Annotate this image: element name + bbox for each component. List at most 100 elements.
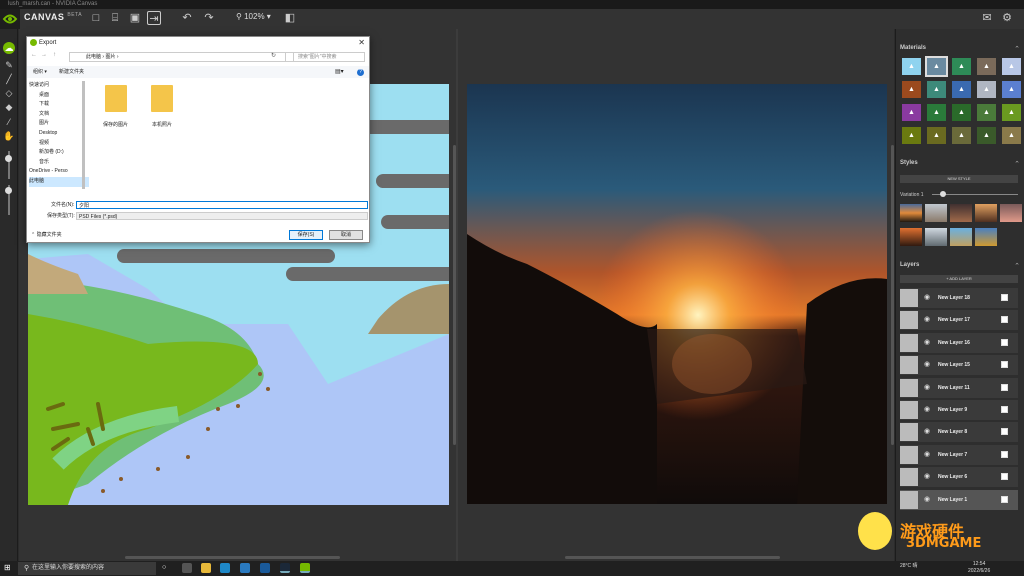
forward-icon[interactable]: →: [41, 52, 47, 58]
sand-icon[interactable]: ▲: [977, 81, 996, 98]
folder-icon[interactable]: [105, 85, 127, 112]
layer-row[interactable]: ◉ New Layer 1: [900, 489, 1018, 510]
snow-icon[interactable]: ▲: [952, 81, 971, 98]
cloud-icon[interactable]: ▲: [902, 58, 921, 75]
hill-icon[interactable]: ▲: [977, 104, 996, 121]
eye-icon[interactable]: ◉: [924, 427, 930, 435]
save-icon[interactable]: ▣: [128, 11, 142, 25]
layer-checkbox[interactable]: [1001, 406, 1008, 413]
folder-label[interactable]: 保存的图片: [103, 121, 128, 128]
nav-item[interactable]: 下载: [29, 100, 89, 110]
layer-checkbox[interactable]: [1001, 316, 1008, 324]
right-vscroll[interactable]: [891, 145, 894, 445]
nav-item[interactable]: 文档: [29, 110, 89, 120]
water-icon[interactable]: ▲: [1002, 81, 1021, 98]
layer-checkbox[interactable]: [1001, 473, 1008, 481]
back-icon[interactable]: ←: [31, 52, 37, 58]
eyedropper-icon[interactable]: ⁄: [3, 116, 15, 128]
nav-item[interactable]: OneDrive - Perso: [29, 167, 89, 177]
layer-row[interactable]: ◉ New Layer 17: [900, 310, 1018, 331]
add-layer-button[interactable]: + ADD LAYER: [900, 275, 1018, 283]
left-vscroll[interactable]: [453, 145, 456, 445]
redo-icon[interactable]: ↷: [202, 11, 216, 25]
layer-checkbox[interactable]: [1001, 294, 1008, 301]
refresh-icon[interactable]: ↻: [271, 52, 276, 59]
hand-icon[interactable]: ✋: [3, 130, 15, 142]
folder-label[interactable]: 本机照片: [152, 121, 172, 128]
style-thumb[interactable]: [975, 204, 997, 222]
eye-icon[interactable]: ◉: [924, 360, 930, 368]
help-icon[interactable]: ?: [357, 69, 364, 76]
layer-checkbox[interactable]: [1001, 495, 1008, 503]
eye-icon[interactable]: ◉: [924, 450, 930, 458]
nav-item[interactable]: 快速访问: [29, 81, 89, 91]
eraser-icon[interactable]: ◇: [3, 87, 15, 99]
view-icon[interactable]: ▤▾: [335, 66, 344, 78]
layer-checkbox[interactable]: [1001, 428, 1008, 436]
eye-icon[interactable]: ◉: [924, 338, 930, 346]
bush-icon[interactable]: ▲: [902, 127, 921, 144]
brush-icon[interactable]: ✎: [3, 59, 15, 71]
undo-icon[interactable]: ↶: [180, 11, 194, 25]
eye-icon[interactable]: ◉: [924, 293, 930, 301]
search-input[interactable]: 搜索"图片"中搜索: [285, 52, 365, 62]
clock[interactable]: 12:54 2022/6/26: [968, 561, 990, 575]
chevron-up-icon[interactable]: ⌃: [1014, 160, 1020, 168]
canvas-taskbar-icon[interactable]: [300, 563, 310, 573]
rock-icon[interactable]: ▲: [952, 104, 971, 121]
flower-icon[interactable]: ▲: [902, 104, 921, 121]
filename-input[interactable]: 夕阳: [76, 201, 368, 209]
eye-icon[interactable]: ◉: [924, 315, 930, 323]
close-icon[interactable]: ✕: [358, 38, 365, 47]
folder-icon[interactable]: [151, 85, 173, 112]
edge-icon[interactable]: [220, 563, 230, 573]
task-view-icon[interactable]: [182, 563, 192, 573]
layer-checkbox[interactable]: [1001, 361, 1008, 369]
layer-row[interactable]: ◉ New Layer 7: [900, 444, 1018, 465]
export-icon[interactable]: ⇥: [147, 11, 161, 25]
chevron-up-icon[interactable]: ⌃: [1014, 262, 1020, 270]
task-view-icon[interactable]: ○: [162, 564, 166, 571]
feedback-icon[interactable]: ✉: [980, 11, 994, 25]
eye-icon[interactable]: ◉: [924, 383, 930, 391]
gear-icon[interactable]: ⚙: [1000, 11, 1014, 25]
layer-row[interactable]: ◉ New Layer 9: [900, 400, 1018, 420]
cloud2-icon[interactable]: ▲: [925, 56, 948, 77]
layer-row[interactable]: ◉ New Layer 18: [900, 288, 1018, 308]
nav-item[interactable]: 视频: [29, 139, 89, 149]
layer-checkbox[interactable]: [1001, 383, 1008, 391]
nav-item[interactable]: 此电脑: [29, 176, 89, 187]
line-icon[interactable]: ╱: [3, 73, 15, 85]
nav-item[interactable]: 图片: [29, 119, 89, 129]
new-folder-button[interactable]: 新建文件夹: [59, 66, 84, 78]
open-folder-icon[interactable]: ⌸: [108, 11, 122, 25]
up-icon[interactable]: ↑: [53, 52, 56, 58]
store-icon[interactable]: [240, 563, 250, 573]
layer-checkbox[interactable]: [1001, 338, 1008, 346]
eye-icon[interactable]: ◉: [924, 405, 930, 413]
dirt-icon[interactable]: ▲: [902, 81, 921, 98]
style-thumb[interactable]: [900, 204, 922, 222]
layer-row[interactable]: ◉ New Layer 6: [900, 467, 1018, 488]
style-thumb[interactable]: [975, 228, 997, 246]
layer-row[interactable]: ◉ New Layer 16: [900, 332, 1018, 353]
taskbar-search[interactable]: 在这里输入你要搜索的内容: [18, 562, 156, 575]
app-icon[interactable]: [260, 563, 270, 573]
style-thumb[interactable]: [925, 228, 947, 246]
style-thumb[interactable]: [950, 228, 972, 246]
tree-icon[interactable]: ▲: [1002, 104, 1021, 121]
brush-size-knob[interactable]: [5, 155, 12, 162]
style-thumb[interactable]: [900, 228, 922, 246]
windows-start-icon[interactable]: ⊞: [4, 563, 11, 572]
nav-item[interactable]: 新加卷 (D:): [29, 148, 89, 158]
right-hscroll[interactable]: [565, 556, 780, 559]
stone-icon[interactable]: ▲: [927, 127, 946, 144]
weather[interactable]: 28°C 晴: [900, 562, 918, 569]
field-icon[interactable]: ▲: [977, 127, 996, 144]
plant-icon[interactable]: ▲: [927, 104, 946, 121]
chevron-up-icon[interactable]: ⌃: [1014, 45, 1020, 53]
nav-item[interactable]: 桌面: [29, 91, 89, 101]
nav-scrollbar[interactable]: [82, 81, 85, 189]
organize-button[interactable]: 组织 ▾: [33, 66, 47, 78]
layer-row[interactable]: ◉ New Layer 11: [900, 377, 1018, 398]
